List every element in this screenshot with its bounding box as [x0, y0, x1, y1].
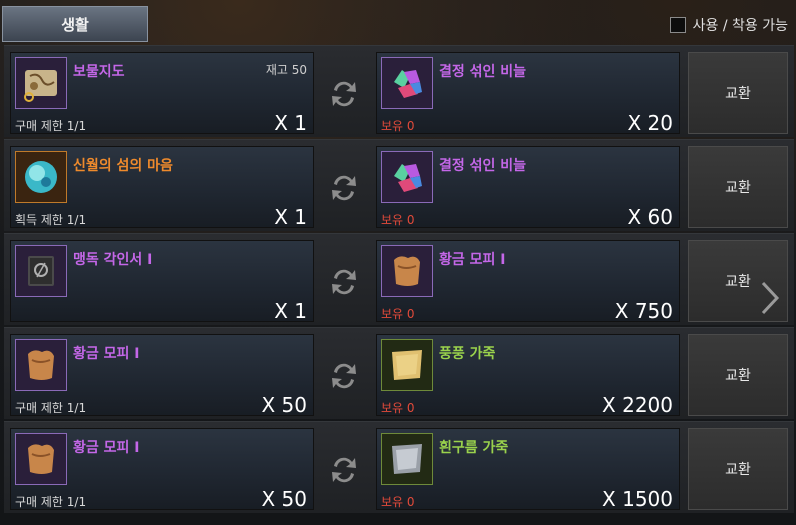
- purchase-limit: 구매 제한 1/1: [15, 401, 87, 415]
- golden-fur-icon: [15, 339, 67, 391]
- give-quantity: X 1: [274, 205, 307, 229]
- exchange-swap-icon: [332, 269, 356, 295]
- take-quantity: X 750: [614, 299, 673, 323]
- exchange-button-label: 교환: [725, 462, 751, 478]
- take-quantity: X 60: [627, 205, 673, 229]
- exchange-swap-icon: [332, 457, 356, 483]
- tab-life[interactable]: 생활: [2, 6, 148, 42]
- golden-fur-icon: [15, 433, 67, 485]
- give-item-cell[interactable]: 황금 모피 I 구매 제한 1/1 X 50: [10, 428, 314, 511]
- owned-count: 보유 0: [381, 213, 415, 227]
- give-item-cell[interactable]: 보물지도 재고 50 구매 제한 1/1 X 1: [10, 52, 314, 135]
- exchange-swap-icon: [332, 175, 356, 201]
- stock-count: 재고 50: [265, 63, 307, 77]
- give-quantity: X 1: [274, 299, 307, 323]
- owned-count: 보유 0: [381, 307, 415, 321]
- treasure-map-icon: [15, 57, 67, 109]
- take-item-name: 흰구름 가죽: [439, 440, 509, 456]
- take-quantity: X 1500: [602, 487, 673, 511]
- purchase-limit: 구매 제한 1/1: [15, 119, 87, 133]
- give-item-name: 보물지도: [73, 64, 125, 80]
- give-quantity: X 50: [261, 393, 307, 417]
- take-item-cell[interactable]: 풍풍 가죽 보유 0 X 2200: [376, 334, 680, 417]
- exchange-button[interactable]: 교환: [688, 52, 788, 134]
- exchange-row: 맹독 각인서 I X 1 황금 모피 I 보유 0 X 750 교환: [4, 233, 794, 325]
- take-quantity: X 2200: [602, 393, 673, 417]
- exchange-button[interactable]: 교환: [688, 428, 788, 510]
- exchange-row: 황금 모피 I 구매 제한 1/1 X 50 풍풍 가죽 보유 0 X 2200…: [4, 327, 794, 419]
- exchange-swap-icon: [332, 363, 356, 389]
- engraving-book-icon: [15, 245, 67, 297]
- crystal-scale-icon: [381, 57, 433, 109]
- give-item-name: 신월의 섬의 마음: [73, 158, 173, 174]
- give-item-name: 황금 모피 I: [73, 440, 140, 456]
- give-item-name: 황금 모피 I: [73, 346, 140, 362]
- give-quantity: X 1: [274, 111, 307, 135]
- take-quantity: X 20: [627, 111, 673, 135]
- take-item-name: 풍풍 가죽: [439, 346, 496, 362]
- exchange-button[interactable]: 교환: [688, 146, 788, 228]
- exchange-row: 신월의 섬의 마음 획득 제한 1/1 X 1 결정 섞인 비늘 보유 0 X …: [4, 139, 794, 231]
- take-item-name: 결정 섞인 비늘: [439, 158, 527, 174]
- take-item-cell[interactable]: 결정 섞인 비늘 보유 0 X 60: [376, 146, 680, 229]
- give-item-cell[interactable]: 신월의 섬의 마음 획득 제한 1/1 X 1: [10, 146, 314, 229]
- leather-icon: [381, 339, 433, 391]
- exchange-button-label: 교환: [725, 180, 751, 196]
- give-quantity: X 50: [261, 487, 307, 511]
- owned-count: 보유 0: [381, 401, 415, 415]
- exchange-button-label: 교환: [725, 368, 751, 384]
- chevron-right-icon[interactable]: [760, 280, 780, 316]
- golden-fur-icon: [381, 245, 433, 297]
- tab-life-label: 생활: [61, 15, 89, 34]
- take-item-cell[interactable]: 황금 모피 I 보유 0 X 750: [376, 240, 680, 323]
- usable-filter-label: 사용 / 착용 가능: [692, 18, 788, 34]
- exchange-swap-icon: [332, 81, 356, 107]
- exchange-button-label: 교환: [725, 274, 751, 290]
- give-item-cell[interactable]: 황금 모피 I 구매 제한 1/1 X 50: [10, 334, 314, 417]
- island-heart-orb-icon: [15, 151, 67, 203]
- exchange-button[interactable]: 교환: [688, 334, 788, 416]
- exchange-button-label: 교환: [725, 86, 751, 102]
- take-item-cell[interactable]: 결정 섞인 비늘 보유 0 X 20: [376, 52, 680, 135]
- exchange-row: 황금 모피 I 구매 제한 1/1 X 50 흰구름 가죽 보유 0 X 150…: [4, 421, 794, 513]
- exchange-row: 보물지도 재고 50 구매 제한 1/1 X 1 결정 섞인 비늘 보유 0 X…: [4, 45, 794, 137]
- acquire-limit: 획득 제한 1/1: [15, 213, 87, 227]
- give-item-cell[interactable]: 맹독 각인서 I X 1: [10, 240, 314, 323]
- take-item-cell[interactable]: 흰구름 가죽 보유 0 X 1500: [376, 428, 680, 511]
- take-item-name: 황금 모피 I: [439, 252, 506, 268]
- owned-count: 보유 0: [381, 495, 415, 509]
- white-leather-icon: [381, 433, 433, 485]
- take-item-name: 결정 섞인 비늘: [439, 64, 527, 80]
- purchase-limit: 구매 제한 1/1: [15, 495, 87, 509]
- usable-filter-checkbox[interactable]: [669, 17, 686, 33]
- owned-count: 보유 0: [381, 119, 415, 133]
- crystal-scale-icon: [381, 151, 433, 203]
- give-item-name: 맹독 각인서 I: [73, 252, 153, 268]
- usable-filter-toggle[interactable]: 사용 / 착용 가능: [669, 15, 788, 35]
